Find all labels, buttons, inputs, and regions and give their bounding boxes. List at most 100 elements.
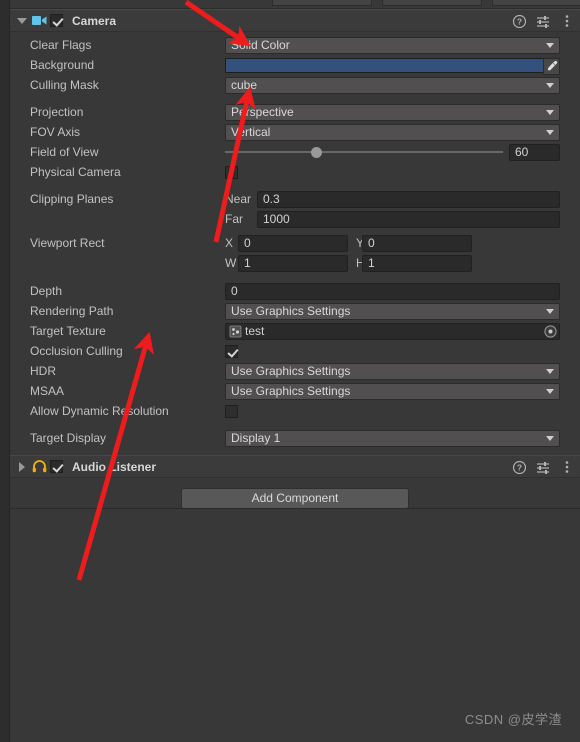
chevron-down-icon	[546, 309, 554, 314]
label-near: Near	[225, 192, 252, 206]
culling-mask-dropdown[interactable]: cube	[225, 76, 560, 94]
viewport-x-input[interactable]: 0	[238, 234, 348, 252]
field-hdr: Use Graphics Settings	[225, 362, 560, 380]
hdr-dropdown[interactable]: Use Graphics Settings	[225, 362, 560, 380]
msaa-dropdown[interactable]: Use Graphics Settings	[225, 382, 560, 400]
label-viewport-y: Y	[356, 236, 362, 250]
chevron-down-icon	[546, 369, 554, 374]
label-allow-dynamic-resolution: Allow Dynamic Resolution	[30, 404, 169, 418]
row-field-of-view: Field of View 60	[10, 142, 580, 162]
row-clear-flags: Clear Flags Solid Color	[10, 35, 580, 55]
occlusion-culling-checkbox[interactable]	[225, 344, 238, 358]
viewport-y-input[interactable]: 0	[362, 234, 472, 252]
viewport-h-input[interactable]: 1	[362, 254, 472, 272]
target-display-dropdown[interactable]: Display 1	[225, 429, 560, 447]
rendering-path-dropdown[interactable]: Use Graphics Settings	[225, 302, 560, 320]
field-physical-camera	[225, 165, 560, 179]
background-color-swatch[interactable]	[225, 57, 560, 75]
field-target-texture: test	[225, 322, 560, 340]
camera-component-header[interactable]: Camera ?	[10, 10, 580, 32]
fov-axis-dropdown[interactable]: Vertical	[225, 123, 560, 141]
label-background: Background	[30, 58, 95, 72]
clear-flags-dropdown[interactable]: Solid Color	[225, 36, 560, 54]
audio-listener-enabled-checkbox[interactable]	[50, 460, 63, 473]
object-picker-icon[interactable]	[543, 324, 557, 338]
viewport-y-value: 0	[368, 236, 375, 250]
clipping-far-value: 1000	[263, 212, 290, 226]
projection-dropdown[interactable]: Perspective	[225, 103, 560, 121]
field-of-view-input[interactable]: 60	[509, 143, 560, 161]
row-viewport-rect: Viewport Rect X 0 Y 0 W 1 H 1	[10, 233, 580, 273]
chevron-right-icon	[19, 461, 25, 472]
audio-listener-foldout-toggle[interactable]	[14, 461, 30, 472]
svg-text:?: ?	[516, 462, 521, 472]
add-component-button[interactable]: Add Component	[181, 487, 409, 509]
clipped-field-3	[492, 0, 580, 6]
row-background: Background	[10, 55, 580, 75]
row-clipping-planes: Clipping Planes Near 0.3 Far 1000	[10, 189, 580, 229]
camera-component-title: Camera	[72, 13, 117, 28]
clear-flags-value: Solid Color	[231, 38, 290, 52]
preset-icon[interactable]	[536, 14, 550, 28]
clipping-far-input[interactable]: 1000	[257, 210, 560, 228]
camera-foldout-toggle[interactable]	[14, 17, 30, 24]
row-viewport-wh: W 1 H 1	[10, 253, 580, 273]
field-rendering-path: Use Graphics Settings	[225, 302, 560, 320]
audio-listener-component-title: Audio Listener	[72, 459, 157, 474]
viewport-w-input[interactable]: 1	[238, 254, 348, 272]
row-clipping-near: Near 0.3	[10, 189, 580, 209]
allow-dynamic-resolution-checkbox[interactable]	[225, 404, 238, 418]
audio-listener-component-header[interactable]: Audio Listener ?	[10, 456, 580, 478]
field-occlusion-culling	[225, 344, 560, 358]
clipped-field-1	[272, 0, 372, 6]
headphones-icon	[30, 460, 48, 473]
label-hdr: HDR	[30, 364, 56, 378]
clipping-near-input[interactable]: 0.3	[257, 190, 560, 208]
row-occlusion-culling: Occlusion Culling	[10, 341, 580, 361]
unity-inspector-panel: Camera ? Clear Flags Solid Color Backgro…	[0, 0, 580, 742]
physical-camera-checkbox[interactable]	[225, 165, 238, 179]
row-target-display: Target Display Display 1	[10, 428, 580, 448]
target-texture-object-field[interactable]: test	[225, 322, 560, 340]
eyedropper-icon[interactable]	[543, 57, 560, 75]
row-msaa: MSAA Use Graphics Settings	[10, 381, 580, 401]
audio-listener-component: Audio Listener ?	[10, 455, 580, 478]
clipped-top-row	[10, 0, 580, 8]
field-of-view-slider[interactable]	[225, 144, 503, 161]
field-clear-flags: Solid Color	[225, 36, 560, 54]
msaa-value: Use Graphics Settings	[231, 384, 351, 398]
help-icon[interactable]: ?	[512, 14, 526, 28]
label-occlusion-culling: Occlusion Culling	[30, 344, 123, 358]
row-physical-camera: Physical Camera	[10, 162, 580, 182]
row-clipping-far: Far 1000	[10, 209, 580, 229]
depth-input[interactable]: 0	[225, 282, 560, 300]
field-depth: 0	[225, 282, 560, 300]
label-viewport-x: X	[225, 236, 234, 250]
field-projection: Perspective	[225, 103, 560, 121]
kebab-menu-icon[interactable]	[560, 460, 574, 474]
help-icon[interactable]: ?	[512, 460, 526, 474]
viewport-h-value: 1	[368, 256, 375, 270]
watermark: CSDN @皮学渣	[464, 712, 562, 727]
label-projection: Projection	[30, 105, 84, 119]
slider-handle[interactable]	[311, 146, 323, 158]
render-texture-icon	[229, 325, 242, 338]
chevron-down-icon	[546, 130, 554, 135]
row-rendering-path: Rendering Path Use Graphics Settings	[10, 301, 580, 321]
preset-icon[interactable]	[536, 460, 550, 474]
clipping-near-value: 0.3	[263, 192, 280, 206]
rendering-path-value: Use Graphics Settings	[231, 304, 351, 318]
kebab-menu-icon[interactable]	[560, 14, 574, 28]
label-clear-flags: Clear Flags	[30, 38, 92, 52]
camera-properties: Clear Flags Solid Color Background Culli…	[10, 32, 580, 458]
chevron-down-icon	[546, 43, 554, 48]
slider-track	[225, 151, 503, 153]
camera-enabled-checkbox[interactable]	[50, 14, 63, 27]
row-culling-mask: Culling Mask cube	[10, 75, 580, 95]
label-depth: Depth	[30, 284, 63, 298]
label-viewport-h: H	[356, 256, 362, 270]
